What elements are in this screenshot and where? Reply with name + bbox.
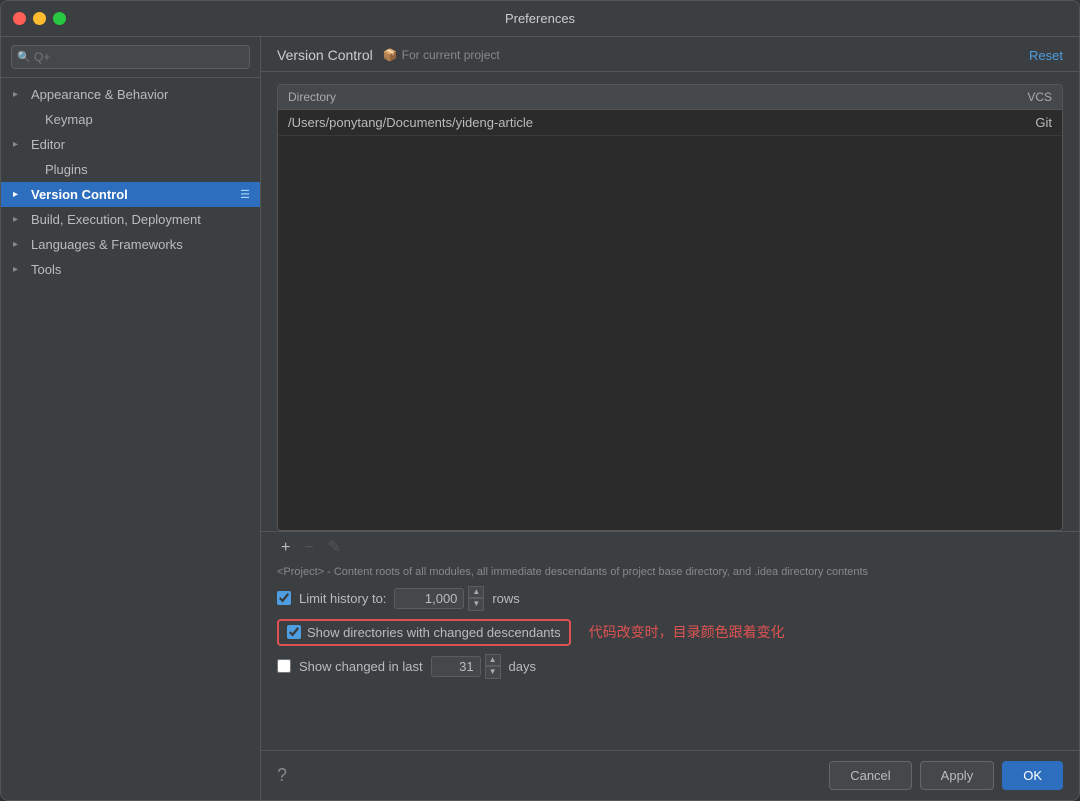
footer: ? Cancel Apply OK (261, 750, 1079, 800)
sidebar-item-build[interactable]: ▸ Build, Execution, Deployment (1, 207, 260, 232)
column-header-vcs: VCS (982, 85, 1062, 109)
chevron-right-icon: ▸ (13, 264, 27, 275)
limit-history-suffix: rows (492, 591, 519, 606)
stepper-down-button[interactable]: ▼ (468, 598, 484, 610)
directory-cell: /Users/ponytang/Documents/yideng-article (288, 115, 972, 130)
sidebar-item-label: Editor (31, 137, 250, 152)
search-box: 🔍 (1, 37, 260, 78)
sidebar-item-label: Build, Execution, Deployment (31, 212, 250, 227)
hint-text: <Project> - Content roots of all modules… (261, 564, 1079, 586)
preferences-dialog: Preferences 🔍 ▸ Appearance & Behavior Ke… (0, 0, 1080, 801)
main-content: 🔍 ▸ Appearance & Behavior Keymap ▸ Edito… (1, 37, 1079, 800)
show-changed-input[interactable] (431, 656, 481, 677)
table-body: /Users/ponytang/Documents/yideng-article… (278, 110, 1062, 530)
sidebar-item-label: Keymap (45, 112, 250, 127)
limit-history-label[interactable]: Limit history to: (299, 591, 386, 606)
stepper-up-button[interactable]: ▲ (468, 586, 484, 598)
show-changed-checkbox[interactable] (277, 659, 291, 673)
sidebar-item-appearance[interactable]: ▸ Appearance & Behavior (1, 82, 260, 107)
show-changed-option: Show changed in last ▲ ▼ days (277, 654, 1063, 679)
project-icon: 📦 (383, 48, 398, 62)
annotation-text: 代码改变时，目录颜色跟着变化 (589, 622, 785, 642)
show-dirs-highlighted: Show directories with changed descendant… (277, 619, 571, 646)
options-area: Limit history to: ▲ ▼ rows (261, 586, 1079, 687)
sidebar-item-label: Languages & Frameworks (31, 237, 250, 252)
sidebar-item-label: Appearance & Behavior (31, 87, 250, 102)
column-header-directory: Directory (278, 85, 982, 109)
sidebar-item-editor[interactable]: ▸ Editor (1, 132, 260, 157)
settings-icon: ☰ (240, 188, 250, 201)
footer-actions: Cancel Apply OK (829, 761, 1063, 790)
minimize-button[interactable] (33, 12, 46, 25)
search-wrap: 🔍 (11, 45, 250, 69)
show-dirs-checkbox[interactable] (287, 625, 301, 639)
sidebar-item-plugins[interactable]: Plugins (1, 157, 260, 182)
vcs-table: Directory VCS /Users/ponytang/Documents/… (277, 84, 1063, 531)
show-dirs-label[interactable]: Show directories with changed descendant… (307, 625, 561, 640)
maximize-button[interactable] (53, 12, 66, 25)
content-header-left: Version Control 📦 For current project (277, 47, 500, 63)
show-changed-label[interactable]: Show changed in last (299, 659, 423, 674)
sidebar: 🔍 ▸ Appearance & Behavior Keymap ▸ Edito… (1, 37, 261, 800)
sidebar-item-keymap[interactable]: Keymap (1, 107, 260, 132)
limit-history-input-wrap: ▲ ▼ (394, 586, 484, 611)
show-changed-stepper: ▲ ▼ (485, 654, 501, 679)
sidebar-item-label: Plugins (45, 162, 250, 177)
vcs-cell: Git (972, 115, 1052, 130)
edit-button[interactable]: ✎ (324, 538, 345, 558)
show-changed-suffix: days (509, 659, 536, 674)
chevron-right-icon: ▸ (13, 139, 27, 150)
limit-history-checkbox[interactable] (277, 591, 291, 605)
content-title: Version Control (277, 47, 373, 63)
content-area: Version Control 📦 For current project Re… (261, 37, 1079, 800)
stepper-up-button[interactable]: ▲ (485, 654, 501, 666)
sidebar-navigation: ▸ Appearance & Behavior Keymap ▸ Editor … (1, 78, 260, 800)
stepper-down-button[interactable]: ▼ (485, 666, 501, 678)
subtitle-text: For current project (402, 48, 500, 62)
content-header: Version Control 📦 For current project Re… (261, 37, 1079, 72)
search-icon: 🔍 (17, 51, 31, 64)
add-button[interactable]: + (277, 538, 294, 558)
sidebar-item-label: Version Control (31, 187, 240, 202)
chevron-right-icon: ▸ (13, 239, 27, 250)
ok-button[interactable]: OK (1002, 761, 1063, 790)
content-subtitle: 📦 For current project (383, 48, 500, 62)
table-toolbar: + − ✎ (261, 531, 1079, 564)
cancel-button[interactable]: Cancel (829, 761, 911, 790)
show-dirs-option-row: Show directories with changed descendant… (277, 619, 1063, 646)
help-button[interactable]: ? (277, 765, 287, 786)
titlebar: Preferences (1, 1, 1079, 37)
sidebar-item-label: Tools (31, 262, 250, 277)
table-header: Directory VCS (278, 85, 1062, 110)
content-body: Directory VCS /Users/ponytang/Documents/… (261, 72, 1079, 750)
sidebar-item-version-control[interactable]: ▸ Version Control ☰ (1, 182, 260, 207)
show-changed-input-wrap: ▲ ▼ (431, 654, 501, 679)
window-controls (13, 12, 66, 25)
chevron-right-icon: ▸ (13, 189, 27, 200)
dialog-title: Preferences (505, 11, 575, 26)
stepper-buttons: ▲ ▼ (468, 586, 484, 611)
limit-history-input[interactable] (394, 588, 464, 609)
remove-button[interactable]: − (300, 538, 317, 558)
sidebar-item-tools[interactable]: ▸ Tools (1, 257, 260, 282)
sidebar-item-languages[interactable]: ▸ Languages & Frameworks (1, 232, 260, 257)
limit-history-option: Limit history to: ▲ ▼ rows (277, 586, 1063, 611)
close-button[interactable] (13, 12, 26, 25)
apply-button[interactable]: Apply (920, 761, 995, 790)
table-row[interactable]: /Users/ponytang/Documents/yideng-article… (278, 110, 1062, 136)
search-input[interactable] (11, 45, 250, 69)
reset-button[interactable]: Reset (1029, 48, 1063, 63)
chevron-right-icon: ▸ (13, 89, 27, 100)
chevron-right-icon: ▸ (13, 214, 27, 225)
